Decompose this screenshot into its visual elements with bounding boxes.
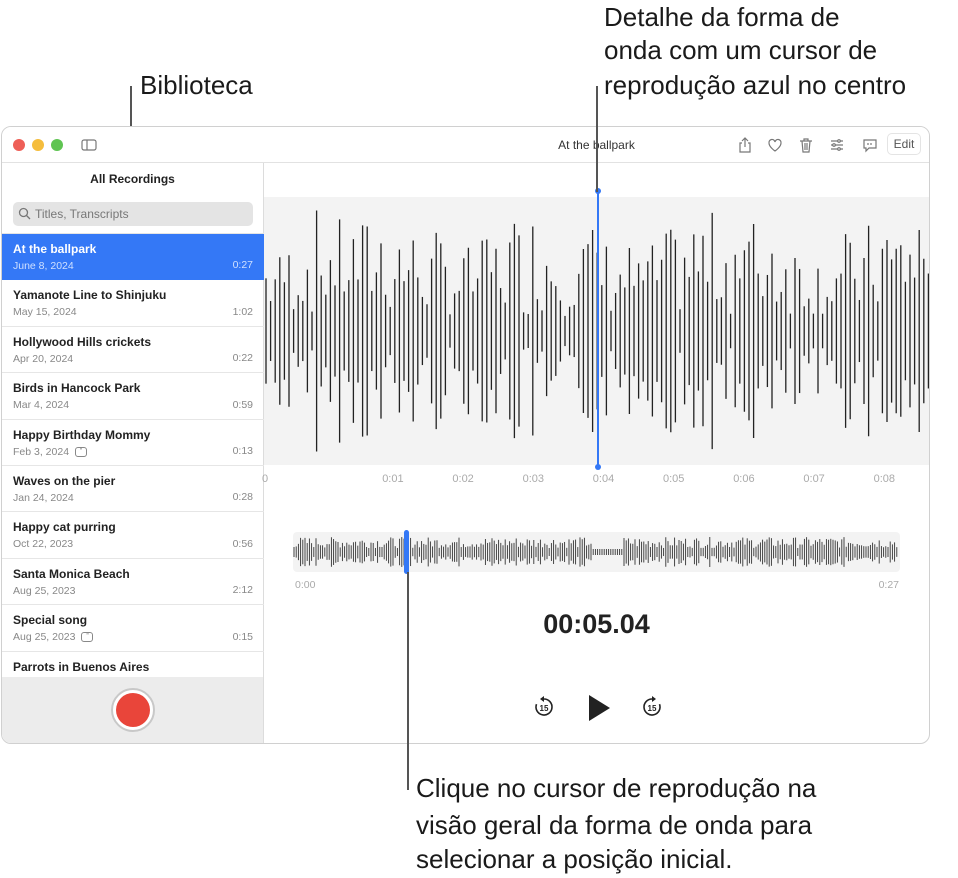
recording-title: Santa Monica Beach [13, 566, 130, 581]
waveform-overview[interactable] [293, 532, 900, 572]
skip-back-button[interactable]: 15 [533, 696, 555, 723]
library-sidebar: All Recordings Titles, Transcripts At th… [2, 163, 264, 743]
player-area: 00:010:020:030:040:050:060:070:080:09 0:… [262, 163, 929, 743]
recording-item[interactable]: Parrots in Buenos Aires [2, 652, 264, 679]
recording-duration: 0:56 [232, 537, 253, 550]
close-button[interactable] [13, 139, 25, 151]
annotation-line-overview [407, 572, 409, 790]
detail-playhead[interactable] [595, 188, 601, 470]
recording-title: Hollywood Hills crickets [13, 334, 152, 349]
recording-item[interactable]: At the ballpark June 8, 2024 0:27 [2, 234, 264, 281]
recording-title: Birds in Hancock Park [13, 381, 141, 396]
record-button[interactable] [111, 688, 155, 732]
time-tick: 0:08 [873, 473, 896, 485]
recording-title: Special song [13, 613, 88, 628]
time-tick: 0:04 [592, 473, 615, 485]
recordings-list[interactable]: At the ballpark June 8, 2024 0:27 Yamanot… [2, 233, 264, 679]
recording-item[interactable]: Happy Birthday Mommy Feb 3, 2024 ” 0:13 [2, 420, 264, 466]
recording-date: Aug 25, 2023 [13, 584, 76, 597]
recording-date: Feb 3, 2024 [13, 445, 70, 458]
sidebar-header: All Recordings [90, 172, 175, 186]
recording-duration: 1:02 [232, 305, 253, 318]
recording-date: Oct 22, 2023 [13, 538, 74, 551]
recording-date: Jan 24, 2024 [13, 491, 74, 504]
recording-item[interactable]: Birds in Hancock Park Mar 4, 2024 0:59 [2, 373, 264, 420]
search-icon [18, 207, 31, 220]
time-tick: 0:03 [522, 473, 545, 485]
recording-item[interactable]: Special song Aug 25, 2023 ” 0:15 [2, 605, 264, 652]
heart-icon[interactable] [766, 136, 784, 154]
title-bar: At the ballpark Edit [2, 127, 929, 163]
recording-date: May 15, 2024 [13, 306, 77, 319]
time-tick: 0:05 [663, 473, 685, 485]
recording-item[interactable]: Yamanote Line to Shinjuku May 15, 2024 1… [2, 280, 264, 327]
recording-duration: 0:13 [232, 444, 253, 457]
recording-item[interactable]: Waves on the pier Jan 24, 2024 0:28 [2, 466, 264, 513]
recording-date: Apr 20, 2024 [13, 352, 74, 365]
svg-text:15: 15 [648, 704, 657, 713]
transcript-icon: ” [75, 446, 88, 457]
overview-playhead[interactable] [404, 530, 410, 574]
record-icon [116, 693, 150, 727]
recording-title: At the ballpark [13, 242, 97, 256]
recording-date: Mar 4, 2024 [13, 399, 70, 412]
recording-date: June 8, 2024 [13, 260, 74, 272]
record-area [2, 677, 263, 743]
voice-memos-window: At the ballpark Edit All Recordings Titl… [1, 126, 930, 744]
play-button[interactable] [587, 694, 611, 727]
recording-duration: 0:28 [232, 491, 253, 504]
current-time: 00:05.04 [543, 609, 650, 639]
time-tick: 0 [262, 473, 269, 485]
skip-forward-15-icon: 15 [643, 696, 661, 716]
time-tick: 0:07 [803, 473, 825, 485]
annotation-line-detail [596, 86, 598, 192]
annotation-library: Biblioteca [140, 70, 253, 100]
time-tick: 0:06 [733, 473, 755, 485]
minimize-button[interactable] [32, 139, 44, 151]
transcript-icon: ” [81, 632, 94, 643]
recording-title: Parrots in Buenos Aires [13, 659, 150, 674]
recording-date: Aug 25, 2023 [13, 631, 76, 644]
recording-duration: 2:12 [232, 584, 253, 597]
recording-title: Happy Birthday Mommy [13, 427, 151, 442]
time-tick: 0:02 [452, 473, 474, 485]
trash-icon[interactable] [797, 136, 815, 154]
recording-title: Yamanote Line to Shinjuku [13, 288, 167, 303]
sidebar-toggle-icon[interactable] [80, 136, 98, 154]
recording-item[interactable]: Happy cat purring Oct 22, 2023 0:56 [2, 512, 264, 559]
edit-button[interactable]: Edit [887, 133, 921, 155]
skip-forward-button[interactable]: 15 [641, 696, 663, 723]
recording-title: Waves on the pier [13, 473, 116, 488]
share-icon[interactable] [736, 136, 754, 154]
zoom-button[interactable] [51, 139, 63, 151]
recording-duration: 0:27 [232, 259, 253, 272]
recording-title: Happy cat purring [13, 520, 116, 535]
time-tick: 0:01 [382, 473, 404, 485]
sliders-icon[interactable] [828, 136, 846, 154]
recording-duration: 0:22 [232, 352, 253, 365]
overview-start-time: 0:00 [295, 579, 316, 591]
skip-back-15-icon: 15 [535, 696, 553, 716]
play-icon [589, 695, 610, 721]
recording-duration: 0:59 [232, 398, 253, 411]
transcript-icon[interactable] [861, 136, 879, 154]
search-input[interactable]: Titles, Transcripts [13, 202, 253, 226]
svg-text:15: 15 [540, 704, 549, 713]
recording-duration: 0:15 [232, 630, 253, 643]
recording-item[interactable]: Hollywood Hills crickets Apr 20, 2024 0:… [2, 327, 264, 374]
recording-item[interactable]: Santa Monica Beach Aug 25, 2023 2:12 [2, 559, 264, 606]
overview-end-time: 0:27 [878, 579, 899, 591]
